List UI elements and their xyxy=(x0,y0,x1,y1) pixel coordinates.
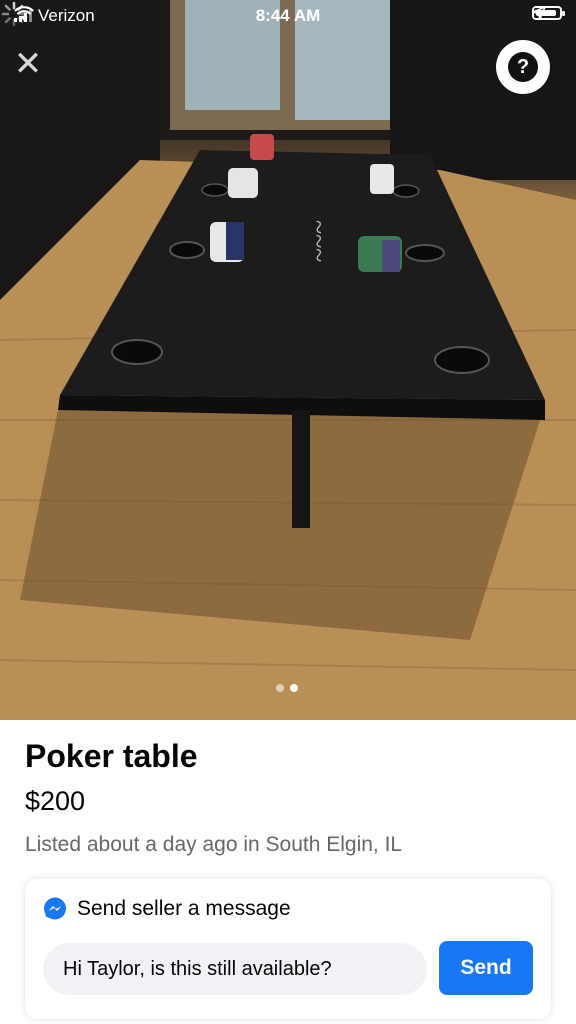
help-icon: ? xyxy=(508,52,538,82)
svg-text:~~~: ~~~ xyxy=(304,220,333,262)
close-button[interactable]: ✕ xyxy=(12,45,44,83)
page-dot-active xyxy=(290,684,298,692)
help-button[interactable]: ? xyxy=(496,40,550,94)
message-card-header: Send seller a message xyxy=(43,897,291,921)
listing-photo[interactable]: ~~~ Verizon 8:44 AM ✕ ? xyxy=(0,0,576,720)
battery-icon xyxy=(532,6,565,20)
status-time: 8:44 AM xyxy=(255,6,321,25)
message-input[interactable]: Hi Taylor, is this still available? xyxy=(43,943,427,995)
poker-table-photo-art: ~~~ xyxy=(0,0,576,720)
listing-meta: Listed about a day ago in South Elgin, I… xyxy=(25,833,403,856)
messenger-icon xyxy=(44,897,66,920)
listing-price: $200 xyxy=(25,786,86,816)
close-icon: ✕ xyxy=(13,45,43,83)
page-dot xyxy=(276,684,284,692)
send-button[interactable]: Send xyxy=(439,941,533,995)
photo-page-indicator xyxy=(276,684,298,692)
message-seller-card: Send seller a message Hi Taylor, is this… xyxy=(25,879,551,1019)
loading-spinner-icon xyxy=(1,1,27,27)
status-right xyxy=(532,6,565,20)
message-card-title: Send seller a message xyxy=(77,897,291,920)
listing-title: Poker table xyxy=(25,738,198,774)
status-bar: Verizon 8:44 AM xyxy=(0,0,576,34)
